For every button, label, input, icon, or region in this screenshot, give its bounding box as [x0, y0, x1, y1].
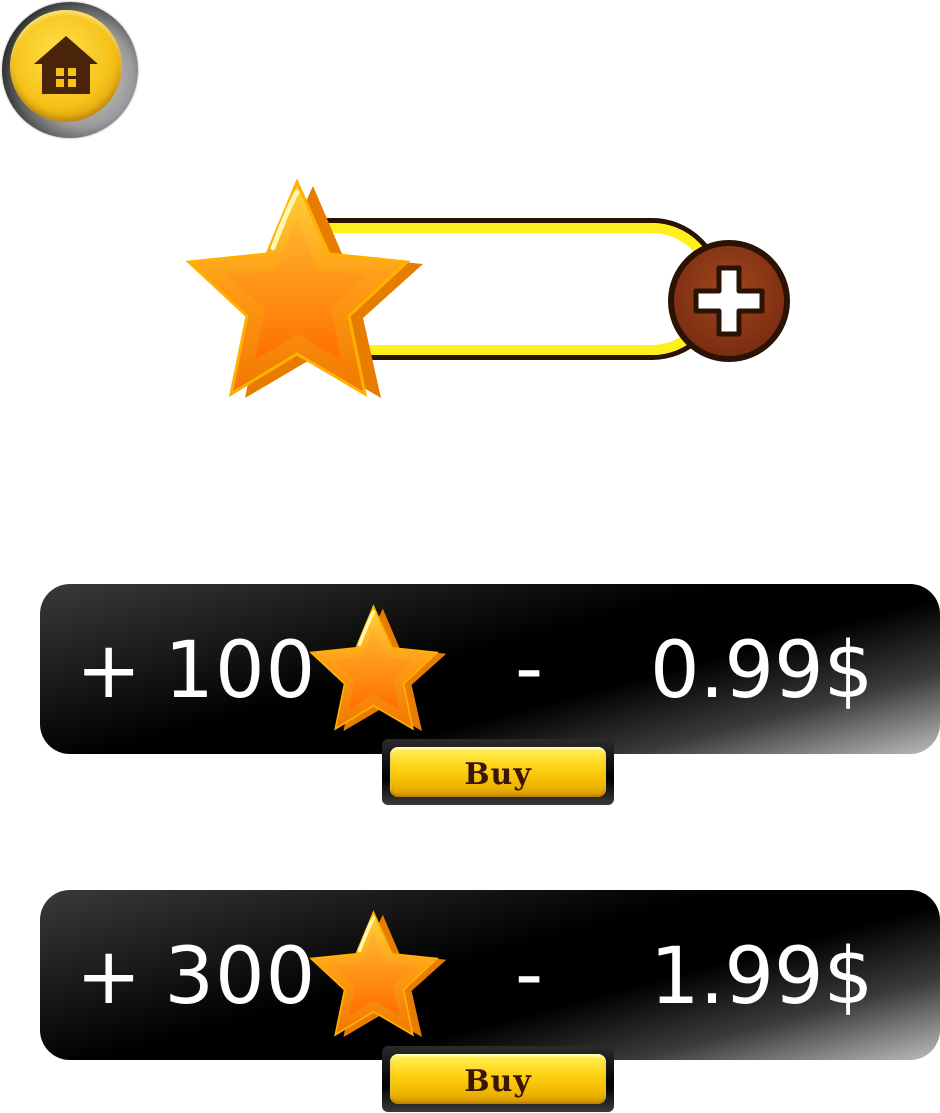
home-icon — [34, 36, 98, 94]
buy-button-label: Buy — [464, 757, 532, 792]
offer-separator: - — [515, 930, 544, 1020]
offer-plus-sign: + — [76, 932, 143, 1022]
buy-button-label: Buy — [464, 1064, 532, 1099]
offer-amount: +100 — [76, 626, 316, 716]
home-button[interactable] — [2, 2, 138, 138]
star-icon — [185, 178, 423, 398]
add-stars-button[interactable] — [668, 240, 790, 362]
offer-price: 0.99$ — [650, 626, 874, 716]
offer-amount-value: 100 — [164, 626, 317, 716]
offer-price: 1.99$ — [650, 932, 874, 1022]
star-icon — [309, 604, 447, 732]
star-counter — [185, 178, 795, 403]
plus-icon — [693, 265, 765, 337]
offer-amount-value: 300 — [164, 932, 317, 1022]
buy-button-face: Buy — [390, 747, 606, 797]
buy-button[interactable]: Buy — [382, 1046, 614, 1112]
offer-card: +100 - 0.99$ — [40, 584, 940, 754]
offer-amount: +300 — [76, 932, 316, 1022]
home-button-face — [10, 10, 122, 122]
offer-plus-sign: + — [76, 626, 143, 716]
buy-button[interactable]: Buy — [382, 739, 614, 805]
buy-button-face: Buy — [390, 1054, 606, 1104]
star-icon — [309, 910, 447, 1038]
offer-separator: - — [515, 624, 544, 714]
offer-card: +300 - 1.99$ — [40, 890, 940, 1060]
